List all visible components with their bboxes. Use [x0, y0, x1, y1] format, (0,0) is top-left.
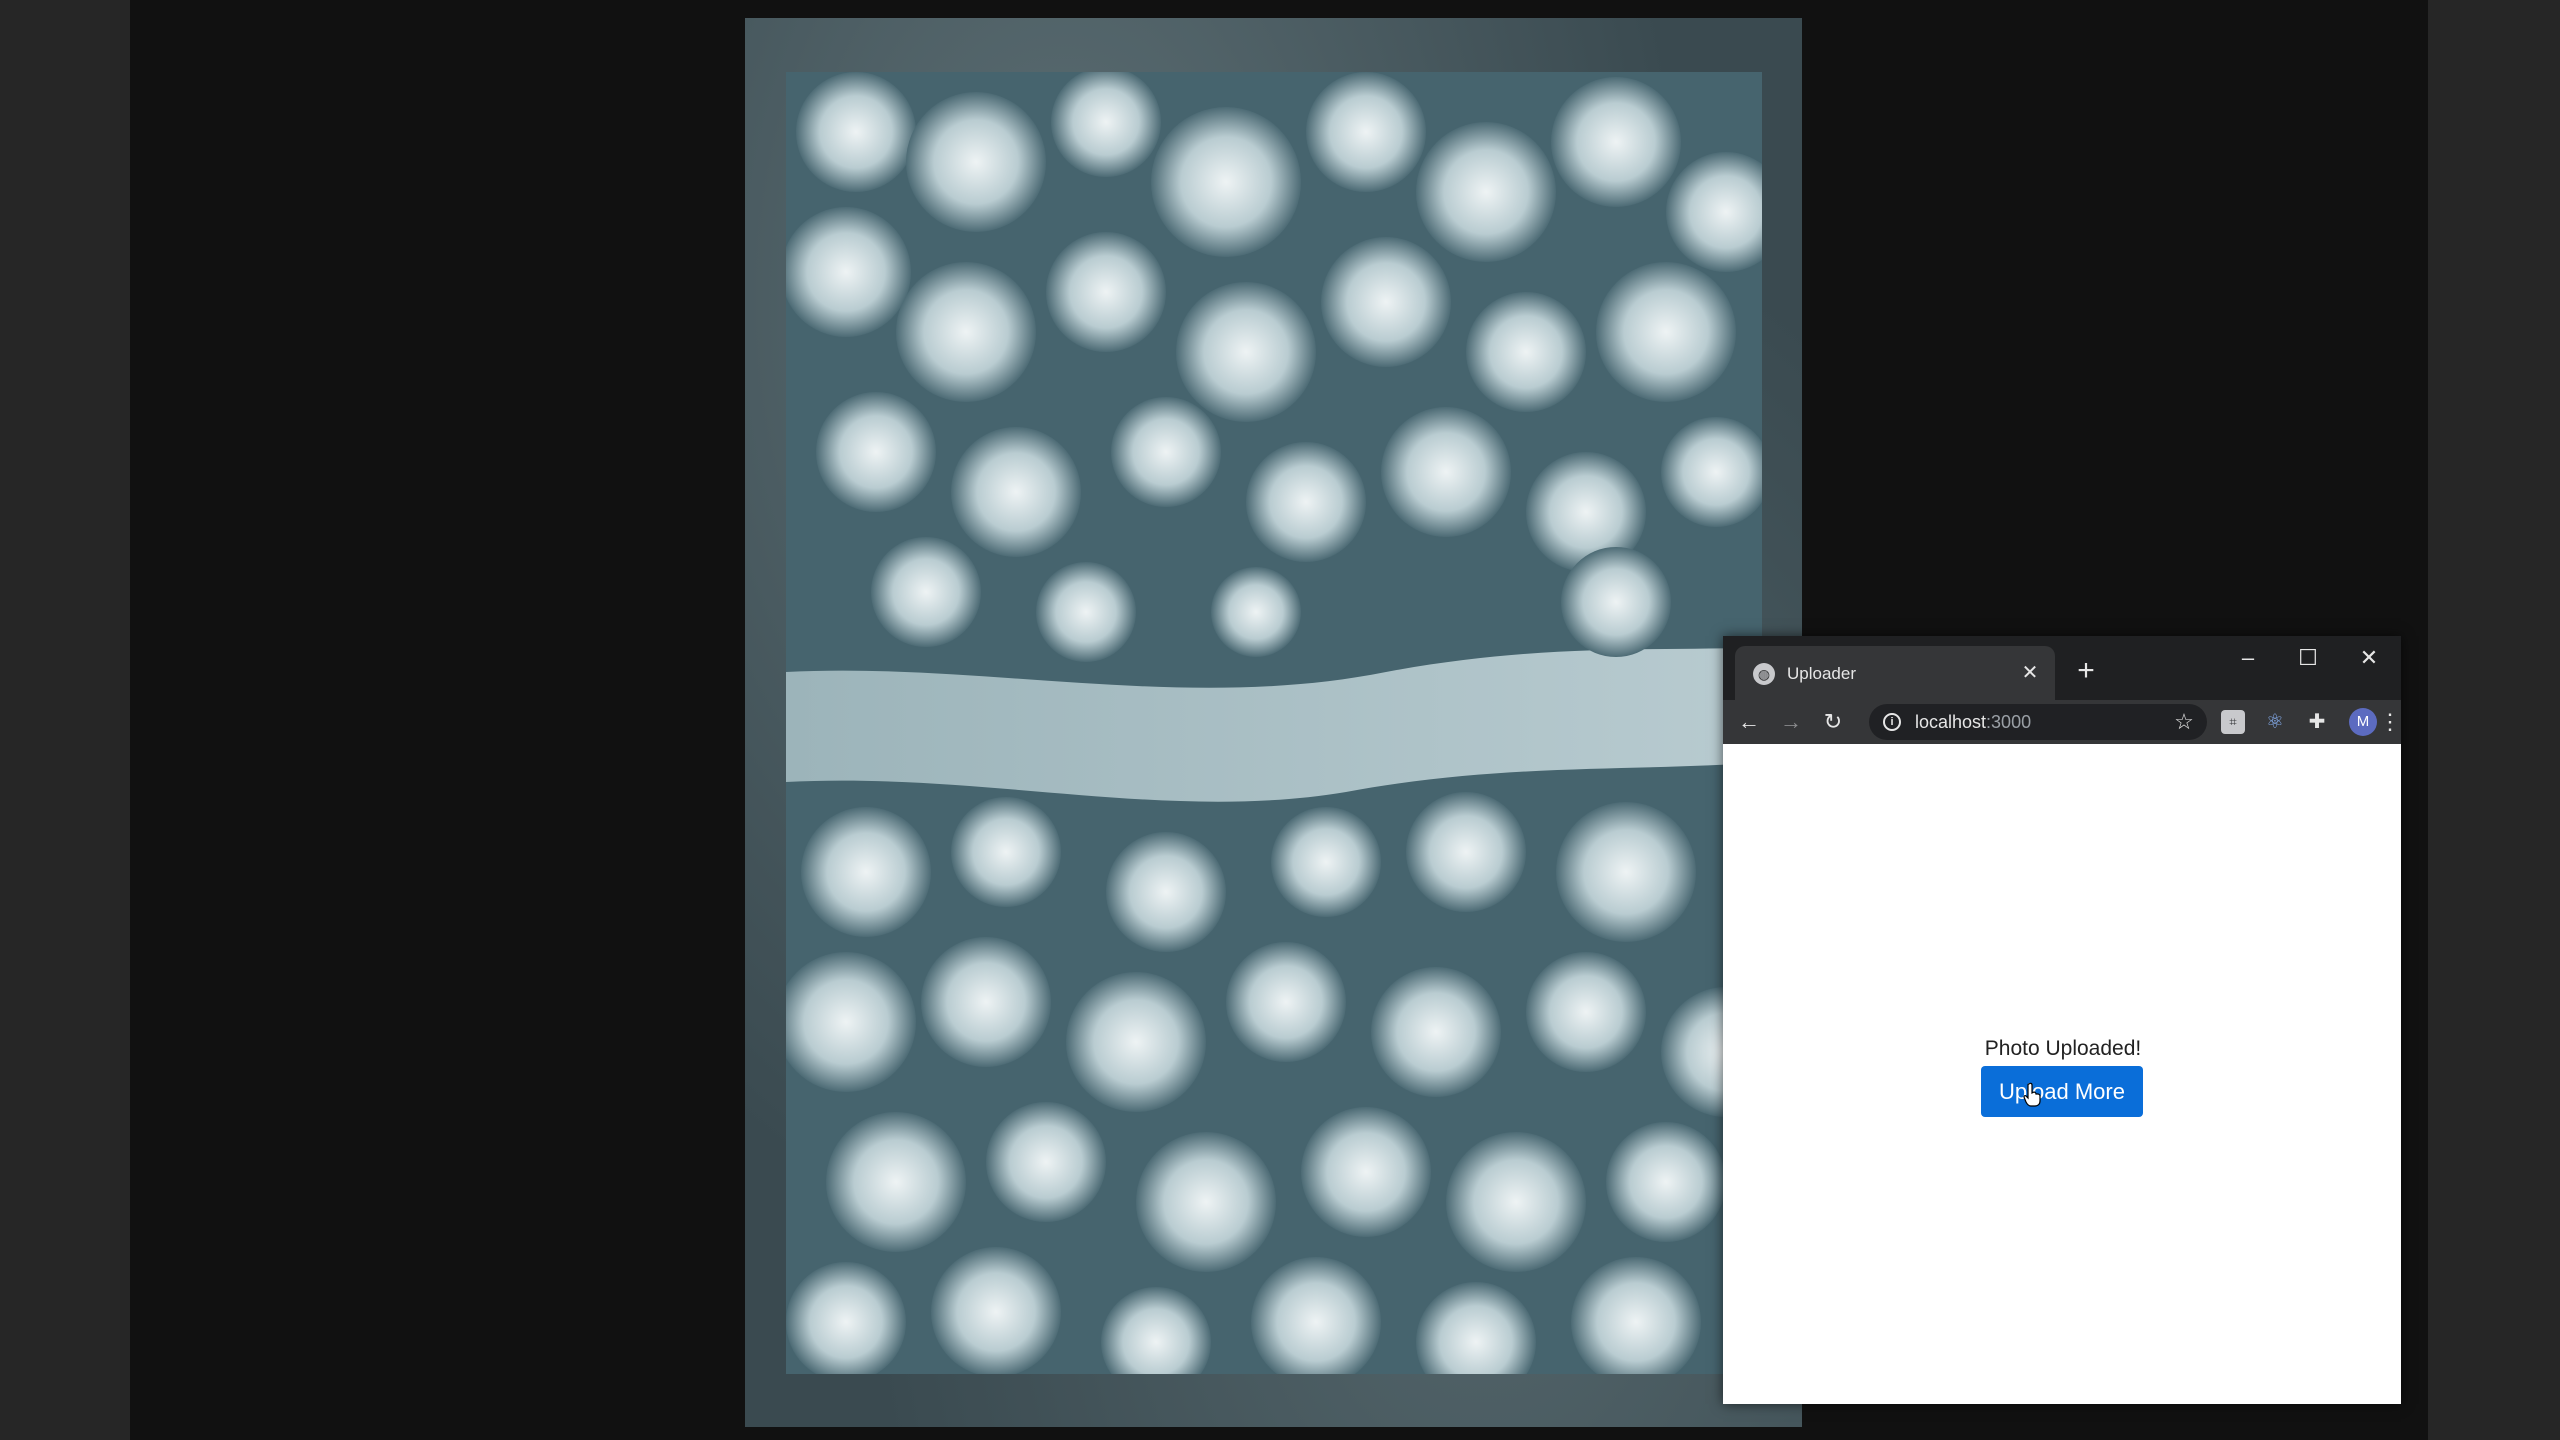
tab-title: Uploader [1787, 664, 1856, 683]
url-text[interactable]: localhost:3000 [1915, 712, 2031, 732]
tab-uploader[interactable]: ◍ Uploader ✕ [1735, 646, 2055, 700]
avatar[interactable]: M [2349, 708, 2377, 736]
snowy-forest-image [786, 72, 1762, 1374]
url-port: :3000 [1986, 712, 2032, 732]
browser-titlebar: ◍ Uploader ✕ + – ☐ ✕ [1723, 636, 2401, 700]
left-margin [0, 0, 130, 1440]
puzzle-icon[interactable]: ✚ [2305, 710, 2329, 734]
right-margin [2428, 0, 2560, 1440]
back-button[interactable]: ← [1733, 706, 1765, 738]
browser-toolbar: ← → ↻ i localhost:3000 ☆ ⌗ ⚛ ✚ M ⋮ [1723, 700, 2401, 744]
forward-button[interactable]: → [1775, 706, 1807, 738]
close-icon[interactable]: ✕ [2017, 660, 2043, 686]
upload-status-text: Photo Uploaded! [1984, 1037, 2142, 1060]
react-devtools-icon[interactable]: ⚛ [2263, 710, 2287, 734]
minimize-button[interactable]: – [2218, 636, 2278, 680]
window-close-button[interactable]: ✕ [2339, 636, 2399, 680]
upload-more-button[interactable]: Upload More [1981, 1066, 2143, 1117]
uploaded-photo [786, 72, 1762, 1374]
menu-icon[interactable]: ⋮ [2379, 708, 2401, 736]
star-icon[interactable]: ☆ [2171, 709, 2197, 735]
info-icon[interactable]: i [1883, 713, 1901, 731]
address-bar[interactable]: i localhost:3000 ☆ [1869, 704, 2207, 740]
reload-button[interactable]: ↻ [1817, 706, 1849, 738]
extension-icon[interactable]: ⌗ [2221, 710, 2245, 734]
globe-icon: ◍ [1753, 663, 1775, 685]
new-tab-button[interactable]: + [2069, 654, 2103, 688]
hand-cursor-icon [2023, 1082, 2041, 1107]
url-host: localhost [1915, 712, 1987, 732]
browser-window: ◍ Uploader ✕ + – ☐ ✕ ← → ↻ i localhost:3… [1723, 636, 2401, 1404]
maximize-button[interactable]: ☐ [2278, 636, 2338, 680]
